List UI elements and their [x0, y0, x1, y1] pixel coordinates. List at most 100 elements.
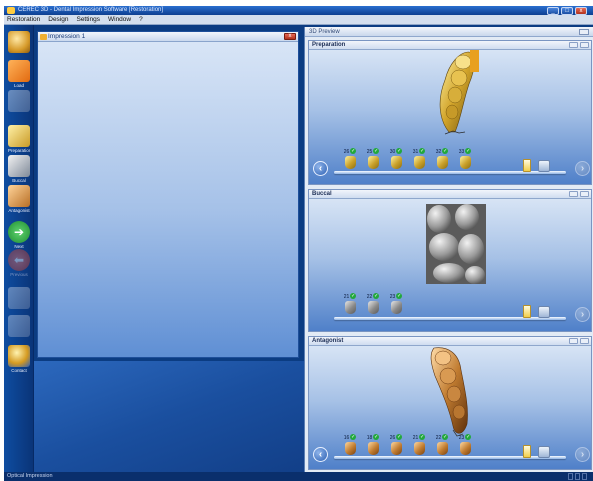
- tooth-item[interactable]: 32 ✓: [435, 148, 449, 169]
- panel-viewport[interactable]: 21 ✓ 22 ✓ 23 ✓ ›: [309, 199, 591, 331]
- panel-header: Preparation: [309, 41, 591, 50]
- status-indicator: [575, 473, 580, 480]
- tooth-item[interactable]: 23 ✓: [389, 293, 403, 314]
- status-indicators: [568, 473, 587, 480]
- antagonist-icon: [8, 185, 30, 207]
- minimize-button[interactable]: _: [547, 6, 559, 15]
- toolbar-item-previous[interactable]: ⬅ Previous: [8, 249, 30, 277]
- panel-title: Preparation: [312, 42, 346, 48]
- tooth-item[interactable]: 31 ✓: [412, 148, 426, 169]
- window-controls: _ □ x: [547, 6, 587, 15]
- tooth-item[interactable]: 25 ✓: [366, 148, 380, 169]
- maximize-button[interactable]: □: [561, 6, 573, 15]
- toolbar-item-load[interactable]: Load: [8, 60, 30, 88]
- tooth-item[interactable]: 21 ✓: [343, 293, 357, 314]
- tooth-item[interactable]: 21 ✓: [412, 434, 426, 455]
- check-icon: ✓: [350, 148, 357, 154]
- scan-box-icon[interactable]: [538, 306, 550, 318]
- tooth-item[interactable]: 26 ✓: [343, 148, 357, 169]
- tooth-item[interactable]: 16 ✓: [343, 434, 357, 455]
- tooth-number: 22: [366, 294, 373, 300]
- panel-minimize-button[interactable]: [569, 338, 578, 344]
- tooth-thumbnail: [390, 442, 402, 455]
- toolbar-item-antagonist[interactable]: Antagonist: [8, 185, 30, 213]
- toolbar-item-layout[interactable]: [8, 315, 30, 337]
- panel-viewport[interactable]: ‹ 26 ✓ 25 ✓ 30 ✓ 31 ✓ 32 ✓ 33 ✓ ›: [309, 50, 591, 184]
- contact-icon: [8, 345, 30, 367]
- menu-bar: Restoration Design Settings Window ?: [4, 15, 593, 25]
- panel-maximize-button[interactable]: [580, 191, 589, 197]
- tooth-slider-rail[interactable]: [334, 317, 566, 320]
- panel-maximize-button[interactable]: [580, 42, 589, 48]
- panel-minimize-button[interactable]: [569, 42, 578, 48]
- title-bar: CEREC 3D - Dental Impression Software [R…: [4, 6, 593, 15]
- next-view-arrow[interactable]: ›: [575, 307, 590, 322]
- previous-view-arrow[interactable]: ‹: [313, 161, 328, 176]
- tooth-item[interactable]: 22 ✓: [366, 293, 380, 314]
- tooth-number: 21: [343, 294, 350, 300]
- tooth-item[interactable]: 22 ✓: [435, 434, 449, 455]
- toolbar-item-next[interactable]: ➔ Next: [8, 221, 30, 249]
- next-view-arrow[interactable]: ›: [575, 161, 590, 176]
- tooth-thumbnail: [390, 156, 402, 169]
- panel-maximize-button[interactable]: [580, 338, 589, 344]
- tooth-thumbnail: [413, 156, 425, 169]
- status-text: Optical Impression: [7, 473, 53, 479]
- toolbar-item-contact[interactable]: Contact: [8, 345, 30, 373]
- toolbar-item-preparation[interactable]: Preparation: [8, 125, 30, 153]
- previous-view-arrow[interactable]: ‹: [313, 447, 328, 462]
- toolbar-item-tool[interactable]: [8, 287, 30, 309]
- impression-window-title: Impression 1: [48, 33, 86, 40]
- tooth-item[interactable]: 33 ✓: [458, 148, 472, 169]
- panel-minimize-button[interactable]: [569, 191, 578, 197]
- menu-window[interactable]: Window: [108, 16, 131, 23]
- tooth-item[interactable]: 30 ✓: [389, 148, 403, 169]
- preview-title: 3D Preview: [309, 29, 340, 35]
- preview-header: 3D Preview: [305, 27, 593, 37]
- preview-pin-button[interactable]: [579, 29, 589, 35]
- check-icon: ✓: [465, 434, 472, 440]
- scan-box-icon[interactable]: [538, 160, 550, 172]
- tooth-number: 26: [389, 435, 396, 441]
- toolbar-label: Antagonist: [8, 208, 30, 213]
- tooth-item[interactable]: 23 ✓: [458, 434, 472, 455]
- menu-settings[interactable]: Settings: [76, 16, 100, 23]
- buccal-icon: [8, 155, 30, 177]
- menu-design[interactable]: Design: [48, 16, 68, 23]
- tray-icon[interactable]: [523, 445, 531, 458]
- toolbar-item-buccal[interactable]: Buccal: [8, 155, 30, 183]
- close-button[interactable]: x: [575, 6, 587, 15]
- toolbar-item-globe[interactable]: [8, 31, 30, 53]
- next-arrow-icon: ➔: [8, 221, 30, 243]
- tooth-number: 22: [435, 435, 442, 441]
- impression-window[interactable]: Impression 1 x: [37, 31, 299, 358]
- menu-help[interactable]: ?: [139, 16, 143, 23]
- app-window: CEREC 3D - Dental Impression Software [R…: [4, 6, 593, 481]
- window-title: CEREC 3D - Dental Impression Software [R…: [18, 7, 164, 13]
- panel-header: Buccal: [309, 190, 591, 199]
- workspace-background: [34, 361, 304, 472]
- toolbar-label: Contact: [11, 368, 27, 373]
- toolbar-label: Previous: [10, 272, 28, 277]
- panel-header: Antagonist: [309, 337, 591, 346]
- impression-close-button[interactable]: x: [284, 33, 296, 40]
- layout-icon: [8, 315, 30, 337]
- tray-icon[interactable]: [523, 305, 531, 318]
- check-icon: ✓: [419, 148, 426, 154]
- preparation-icon: [8, 125, 30, 147]
- tray-icon[interactable]: [523, 159, 531, 172]
- toolbar-item-save[interactable]: [8, 90, 30, 112]
- tooth-slider-rail[interactable]: [334, 171, 566, 174]
- tooth-item[interactable]: 18 ✓: [366, 434, 380, 455]
- check-icon: ✓: [373, 148, 380, 154]
- check-icon: ✓: [396, 148, 403, 154]
- tooth-item[interactable]: 26 ✓: [389, 434, 403, 455]
- panel-viewport[interactable]: 16 ✓ 18 ✓ 26 ✓ 21 ✓ 22 ✓ 23 ✓ ‹ ›: [309, 346, 591, 469]
- toolbar-label: Preparation: [8, 148, 30, 153]
- panel-title: Buccal: [312, 191, 332, 197]
- tooth-slider-rail[interactable]: [334, 456, 566, 459]
- next-view-arrow[interactable]: ›: [575, 447, 590, 462]
- tooth-thumbnail: [459, 442, 471, 455]
- scan-box-icon[interactable]: [538, 446, 550, 458]
- menu-restoration[interactable]: Restoration: [7, 16, 40, 23]
